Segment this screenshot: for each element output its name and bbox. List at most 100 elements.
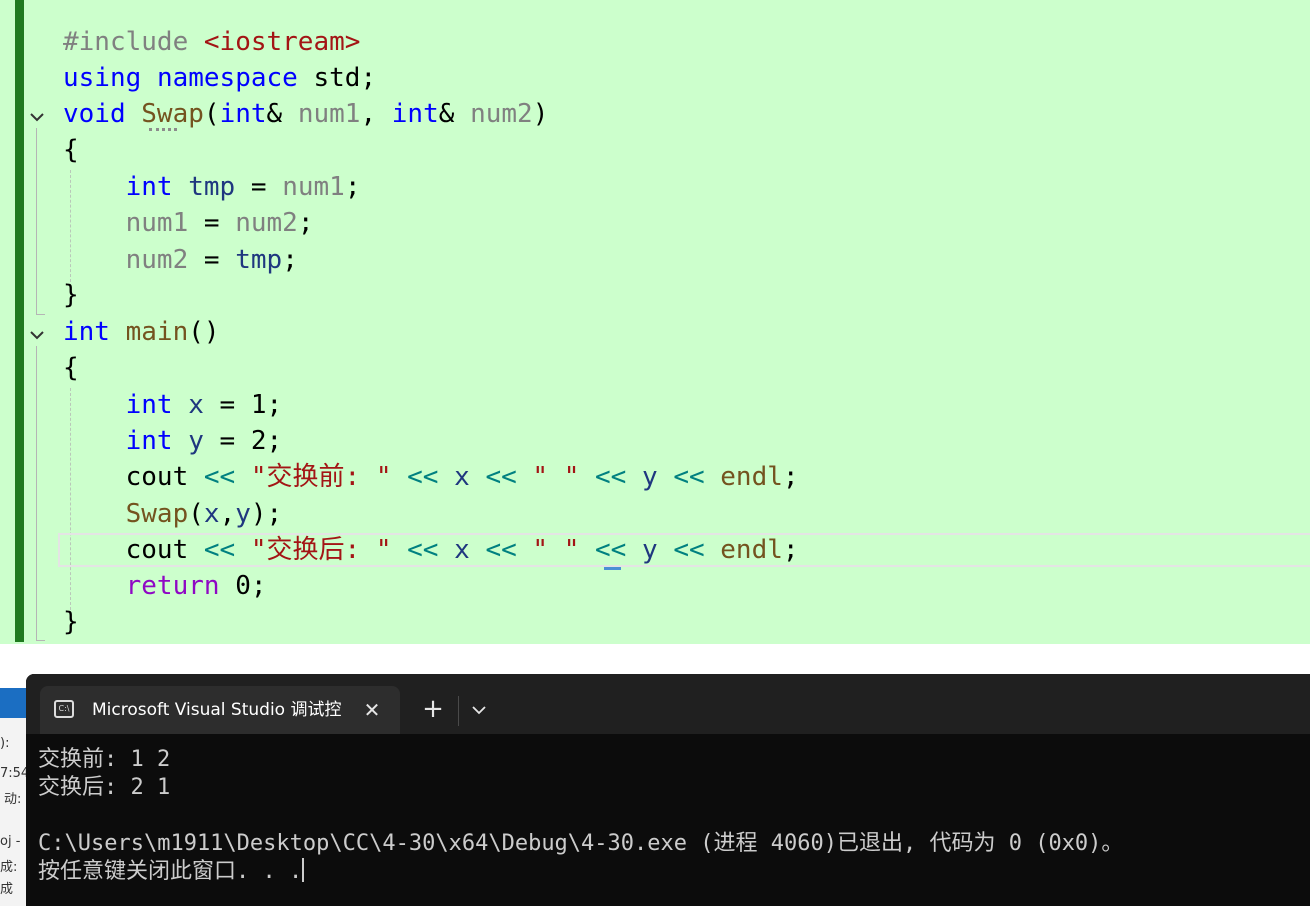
param-num1: num1 [297, 99, 361, 129]
code-line-10[interactable]: { [63, 350, 79, 386]
code-line-1[interactable]: #include <iostream> [63, 24, 360, 60]
fold-bracket-swap [36, 128, 45, 315]
keyword-int: int [125, 390, 173, 420]
assign-op: = [203, 426, 251, 456]
code-line-3[interactable]: void Swap(int& num1, int& num2) [63, 96, 548, 132]
stream-op: << [595, 535, 627, 565]
parens: () [188, 317, 220, 347]
console-output-prompt: 按任意键关闭此窗口. . . [38, 858, 305, 886]
paren-close: ); [250, 499, 283, 529]
code-line-15[interactable]: cout << "交换后: " << x << " " << y << endl… [63, 532, 799, 568]
variable-tmp: tmp [235, 245, 283, 275]
keyword-namespace: namespace [156, 63, 298, 93]
keyword-void: void [63, 99, 126, 129]
variable-y: y [642, 535, 658, 565]
code-line-13[interactable]: cout << "交换前: " << x << " " << y << endl… [63, 459, 799, 495]
namespace-name: std; [313, 63, 377, 93]
tab-title: Microsoft Visual Studio 调试控 [92, 700, 342, 720]
cout: cout [125, 462, 189, 492]
stream-op: << [595, 462, 627, 492]
background-text: 成 [0, 882, 14, 897]
string-literal: " " [532, 535, 580, 565]
paren-open: ( [188, 499, 204, 529]
code-line-7[interactable]: num2 = tmp; [63, 242, 298, 278]
cout: cout [125, 535, 189, 565]
brace-open: { [63, 135, 79, 165]
code-line-5[interactable]: int tmp = num1; [63, 169, 361, 205]
function-name-main: main [125, 317, 189, 347]
code-line-14[interactable]: Swap(x,y); [63, 496, 283, 532]
console-output-line: 交换后: 2 1 [38, 775, 171, 800]
background-text: oj - [0, 834, 21, 849]
stream-op: << [203, 535, 236, 565]
variable-num2: num2 [235, 208, 298, 238]
code-line-12[interactable]: int y = 2; [63, 423, 283, 459]
paren-close: ) [532, 99, 549, 129]
literal-value: 1; [250, 390, 283, 420]
console-cursor [302, 858, 305, 882]
assign-op: = [188, 245, 236, 275]
code-line-16[interactable]: return 0; [63, 568, 267, 604]
code-line-11[interactable]: int x = 1; [63, 387, 283, 423]
variable-x: x [203, 499, 220, 529]
new-tab-plus-icon[interactable]: + [418, 696, 448, 724]
collapse-swap-icon[interactable] [28, 108, 46, 126]
variable-num1: num1 [282, 172, 345, 202]
literal-value: 0; [235, 571, 267, 601]
brace-open: { [63, 353, 79, 383]
code-editor[interactable]: #include <iostream> using namespace std;… [0, 0, 1310, 644]
variable-tmp: tmp [188, 172, 236, 202]
keyword-using: using [63, 63, 142, 93]
keyword-int: int [125, 172, 173, 202]
variable-num2: num2 [125, 245, 189, 275]
function-call-swap: Swap [125, 499, 189, 529]
stream-op: << [673, 535, 705, 565]
stream-op: << [407, 462, 439, 492]
console-tab[interactable]: C:\ Microsoft Visual Studio 调试控 ✕ [40, 686, 400, 734]
string-literal: "交换后: " [250, 535, 392, 565]
assign-op: = [203, 390, 251, 420]
brace-close: } [63, 607, 79, 637]
console-tab-bar: C:\ Microsoft Visual Studio 调试控 ✕ + [26, 674, 1310, 734]
debug-console-window[interactable]: C:\ Microsoft Visual Studio 调试控 ✕ + 交换前:… [26, 674, 1310, 906]
background-text: ): [0, 736, 10, 751]
background-text: 动: [4, 792, 22, 807]
variable-y: y [235, 499, 251, 529]
collapse-main-icon[interactable] [28, 326, 46, 344]
close-tab-icon[interactable]: ✕ [358, 696, 386, 724]
change-tracking-bar [15, 0, 24, 642]
include-directive: #include [63, 27, 189, 57]
endl: endl [720, 462, 783, 492]
code-line-4[interactable]: { [63, 132, 79, 168]
background-window-fragment: ): 7:54 动: oj - 成: 成 [0, 688, 28, 906]
semicolon: ; [282, 245, 298, 275]
string-literal: " " [532, 462, 580, 492]
code-line-6[interactable]: num1 = num2; [63, 205, 314, 241]
endl: endl [720, 535, 783, 565]
stream-op: << [407, 535, 439, 565]
code-line-9[interactable]: int main() [63, 314, 220, 350]
console-prompt-text: 按任意键关闭此窗口. . . [38, 859, 303, 884]
code-line-8[interactable]: } [63, 277, 79, 313]
semicolon: ; [782, 535, 799, 565]
assign-op: = [235, 172, 283, 202]
stream-op: << [203, 462, 236, 492]
keyword-int: int [125, 426, 173, 456]
console-output-line: 交换前: 1 2 [38, 747, 171, 772]
stream-op: << [673, 462, 705, 492]
semicolon: ; [782, 462, 799, 492]
tab-separator [458, 696, 459, 726]
variable-x: x [454, 462, 470, 492]
paren-open: ( [203, 99, 220, 129]
stream-op: << [485, 535, 517, 565]
header-name: <iostream> [203, 27, 361, 57]
terminal-icon: C:\ [54, 700, 74, 718]
semicolon: ; [344, 172, 361, 202]
variable-y: y [642, 462, 658, 492]
chevron-down-icon[interactable] [464, 696, 494, 724]
variable-num1: num1 [125, 208, 189, 238]
code-line-2[interactable]: using namespace std; [63, 60, 376, 96]
code-line-17[interactable]: } [63, 604, 79, 640]
param-type: int [391, 99, 439, 129]
variable-x: x [454, 535, 470, 565]
